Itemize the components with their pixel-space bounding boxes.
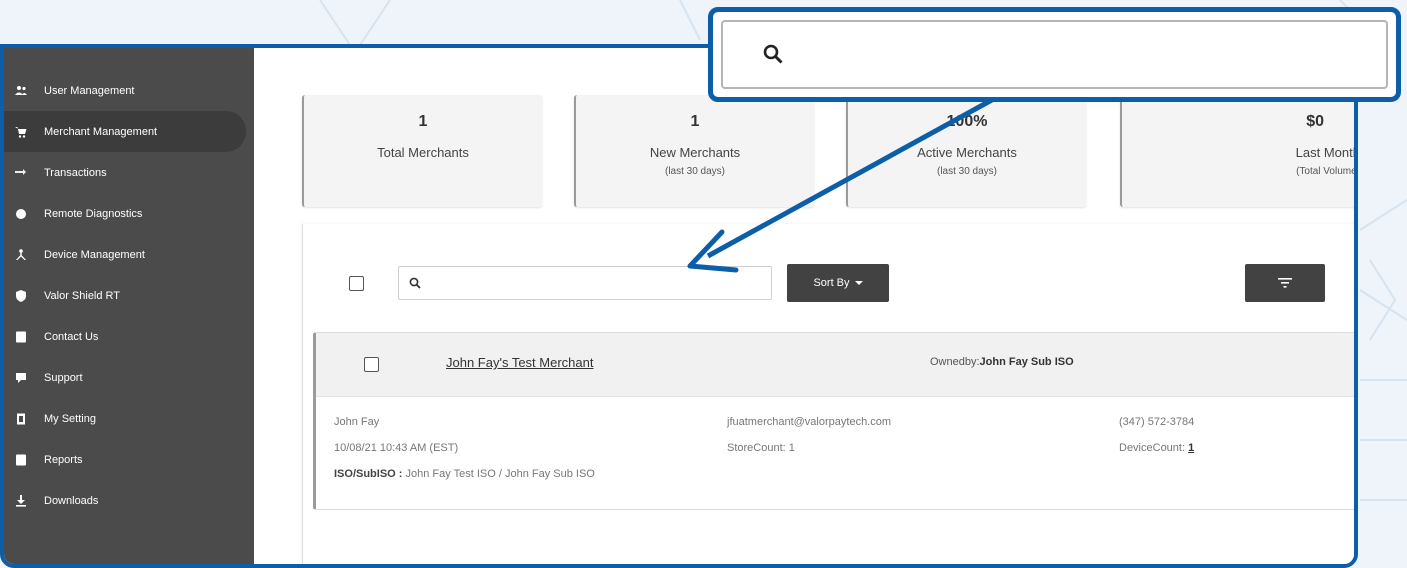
- sidebar-nav: User Management Merchant Management Tran…: [4, 48, 254, 521]
- app-window: User Management Merchant Management Tran…: [0, 44, 1358, 568]
- sidebar-item-downloads[interactable]: Downloads: [4, 480, 254, 521]
- search-icon: [763, 44, 783, 64]
- stat-value: 1: [418, 113, 428, 130]
- sidebar-item-label: My Setting: [44, 412, 96, 425]
- stat-card-total-merchants: 1 Total Merchants: [302, 95, 542, 207]
- sidebar-item-label: Support: [44, 371, 83, 384]
- sidebar-item-label: Contact Us: [44, 330, 99, 343]
- sidebar-item-label: Transactions: [44, 166, 107, 179]
- stat-sublabel: (Total Volume): [1296, 166, 1358, 177]
- sidebar-item-my-setting[interactable]: My Setting: [4, 398, 254, 439]
- support-icon: [14, 371, 28, 385]
- filter-icon: [1278, 278, 1292, 288]
- sidebar-item-reports[interactable]: Reports: [4, 439, 254, 480]
- reports-icon: [14, 453, 28, 467]
- store-count-label: StoreCount:: [727, 442, 786, 454]
- owned-by-value: John Fay Sub ISO: [979, 356, 1074, 368]
- stat-value: 1: [690, 113, 700, 130]
- shield-icon: [14, 289, 28, 303]
- caret-down-icon: [854, 281, 863, 285]
- owned-by-label: Ownedby:: [930, 356, 980, 368]
- sidebar-item-label: Device Management: [44, 248, 145, 261]
- stat-card-last-month: $0 Last Month (Total Volume): [1120, 95, 1358, 207]
- sidebar: User Management Merchant Management Tran…: [4, 48, 254, 564]
- sidebar-item-contact-us[interactable]: Contact Us: [4, 316, 254, 357]
- transfer-icon: [14, 166, 28, 180]
- filter-button[interactable]: [1245, 264, 1325, 302]
- callout-search-input[interactable]: [803, 34, 1363, 74]
- main-content: 1 Total Merchants 1 New Merchants (last …: [254, 48, 1354, 564]
- search-icon: [409, 277, 421, 289]
- users-icon: [14, 84, 28, 98]
- sidebar-item-label: Remote Diagnostics: [44, 207, 143, 220]
- stat-label: New Merchants: [649, 145, 741, 160]
- sidebar-item-support[interactable]: Support: [4, 357, 254, 398]
- merchant-search-box[interactable]: [398, 266, 772, 300]
- merchant-select-checkbox[interactable]: [364, 357, 379, 372]
- download-icon: [14, 494, 28, 508]
- select-all-checkbox[interactable]: [349, 276, 364, 291]
- sidebar-item-merchant-management[interactable]: Merchant Management: [4, 111, 246, 152]
- owned-by: Ownedby:John Fay Sub ISO: [930, 356, 1074, 368]
- sort-by-button[interactable]: Sort By: [787, 264, 889, 302]
- stat-label: Last Month: [1295, 145, 1358, 160]
- merchant-contact-name: John Fay: [334, 416, 380, 428]
- sidebar-item-label: Reports: [44, 453, 83, 466]
- sidebar-item-remote-diagnostics[interactable]: Remote Diagnostics: [4, 193, 254, 234]
- sidebar-item-device-management[interactable]: Device Management: [4, 234, 254, 275]
- cart-icon: [14, 125, 28, 139]
- stat-card-active-merchants: 100% Active Merchants (last 30 days): [846, 95, 1086, 207]
- stat-label: Active Merchants: [917, 145, 1017, 160]
- iso-label: ISO/SubISO :: [334, 468, 403, 480]
- iso-value: John Fay Test ISO / John Fay Sub ISO: [405, 468, 595, 480]
- merchant-device-count: DeviceCount: 1: [1119, 442, 1194, 454]
- sidebar-item-transactions[interactable]: Transactions: [4, 152, 254, 193]
- device-tree-icon: [14, 248, 28, 262]
- stat-value: $0: [1306, 113, 1324, 130]
- contact-icon: [14, 330, 28, 344]
- settings-icon: [14, 412, 28, 426]
- stat-label: Total Merchants: [377, 145, 469, 160]
- merchant-search-input[interactable]: [429, 271, 759, 295]
- merchant-list-panel: Sort By John Fay's Test Merchant Ownedby…: [302, 224, 1354, 564]
- merchant-email: jfuatmerchant@valorpaytech.com: [727, 416, 892, 428]
- sidebar-item-label: Downloads: [44, 494, 99, 507]
- sidebar-item-label: User Management: [44, 84, 135, 97]
- merchant-card: John Fay's Test Merchant Ownedby:John Fa…: [313, 332, 1354, 510]
- search-callout: [708, 7, 1401, 102]
- merchant-card-header: John Fay's Test Merchant Ownedby:John Fa…: [316, 333, 1354, 397]
- device-count-label: DeviceCount:: [1119, 442, 1186, 454]
- merchant-phone: (347) 572-3784: [1119, 416, 1195, 428]
- merchant-store-count: StoreCount: 1: [727, 442, 795, 454]
- sidebar-item-label: Valor Shield RT: [44, 289, 121, 302]
- sort-by-label: Sort By: [813, 277, 850, 289]
- stat-sublabel: (last 30 days): [664, 166, 726, 177]
- device-count-link[interactable]: 1: [1188, 442, 1194, 454]
- callout-search-box[interactable]: [721, 20, 1388, 89]
- stat-card-new-merchants: 1 New Merchants (last 30 days): [574, 95, 814, 207]
- merchant-name-link[interactable]: John Fay's Test Merchant: [446, 355, 593, 370]
- diagnostics-icon: [14, 207, 28, 221]
- sidebar-item-valor-shield[interactable]: Valor Shield RT: [4, 275, 254, 316]
- stat-value: 100%: [946, 113, 988, 130]
- sidebar-item-user-management[interactable]: User Management: [4, 70, 254, 111]
- sidebar-item-label: Merchant Management: [44, 125, 158, 138]
- merchant-created-date: 10/08/21 10:43 AM (EST): [334, 442, 459, 454]
- merchant-iso: ISO/SubISO : John Fay Test ISO / John Fa…: [334, 468, 595, 480]
- store-count-value: 1: [788, 442, 795, 454]
- stat-sublabel: (last 30 days): [936, 166, 998, 177]
